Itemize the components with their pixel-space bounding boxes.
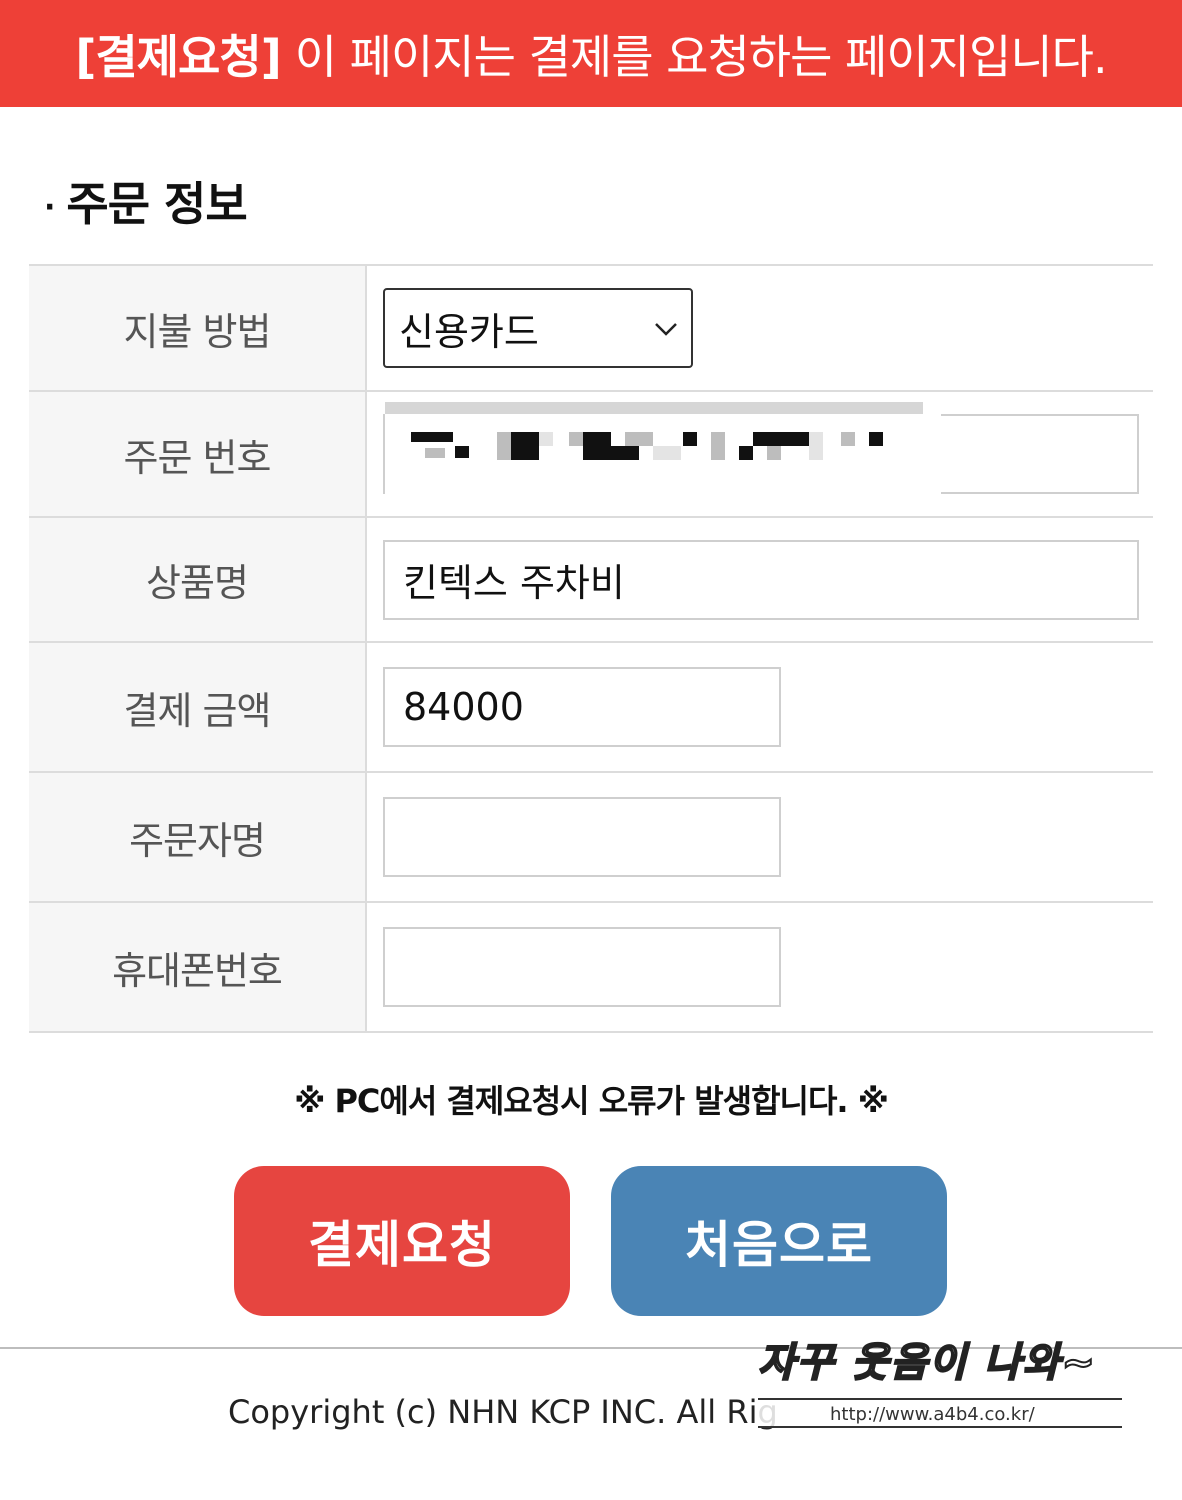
- redaction-pixel: [653, 446, 681, 460]
- amount-label: 결제 금액: [29, 643, 367, 771]
- redaction-pixel: [683, 432, 697, 446]
- redaction-pixel: [841, 432, 855, 446]
- redaction-bar: [385, 402, 923, 414]
- pc-error-notice: ※ PC에서 결제요청시 오류가 발생합니다. ※: [294, 1082, 889, 1120]
- redaction-pixel: [753, 432, 781, 446]
- redaction-pixel: [869, 432, 883, 446]
- order-info-table: 지불 방법 신용카드 주문 번호 상품명 킨텍스 주차비 결제 금액 84000…: [29, 264, 1153, 1033]
- redaction-pixel: [583, 432, 611, 446]
- product-name-label: 상품명: [29, 518, 367, 641]
- phone-label: 휴대폰번호: [29, 903, 367, 1031]
- row-amount: 결제 금액 84000: [29, 643, 1153, 773]
- redaction-pixel: [511, 432, 539, 460]
- pay-request-button[interactable]: 결제요청: [234, 1166, 570, 1316]
- amount-input[interactable]: 84000: [383, 667, 781, 747]
- row-product-name: 상품명 킨텍스 주차비: [29, 518, 1153, 643]
- watermark-url: http://www.a4b4.co.kr/: [758, 1398, 1122, 1428]
- redaction-pixel: [569, 432, 583, 446]
- row-payment-method: 지불 방법 신용카드: [29, 266, 1153, 392]
- redacted-order-number: [385, 402, 941, 496]
- redaction-pixel: [497, 432, 511, 460]
- phone-input[interactable]: [383, 927, 781, 1007]
- order-number-cell: [367, 392, 1153, 516]
- redaction-pixel: [425, 448, 445, 458]
- orderer-name-label: 주문자명: [29, 773, 367, 901]
- redaction-pixel: [625, 432, 653, 446]
- redaction-pixel: [411, 432, 453, 442]
- order-number-label: 주문 번호: [29, 392, 367, 516]
- orderer-name-input[interactable]: [383, 797, 781, 877]
- copyright-text: Copyright (c) NHN KCP INC. All Rig: [228, 1393, 778, 1431]
- product-name-cell: 킨텍스 주차비: [367, 518, 1153, 641]
- redaction-pixel: [781, 432, 809, 446]
- phone-cell: [367, 903, 1153, 1031]
- redaction-pixel: [455, 446, 469, 458]
- section-bullet: ·: [44, 190, 55, 225]
- chevron-down-icon: [655, 323, 677, 336]
- watermark-caption: 자꾸 웃음이 나와~: [757, 1339, 1097, 1387]
- redaction-pixel: [583, 446, 639, 460]
- redaction-pixel: [809, 432, 823, 460]
- payment-method-label: 지불 방법: [29, 266, 367, 390]
- orderer-name-cell: [367, 773, 1153, 901]
- redaction-pixel: [711, 432, 725, 460]
- payment-method-value: 신용카드: [399, 309, 539, 354]
- redaction-pixel: [767, 446, 781, 460]
- section-title: · 주문 정보: [44, 168, 248, 234]
- payment-method-select[interactable]: 신용카드: [383, 288, 693, 368]
- banner-message: 이 페이지는 결제를 요청하는 페이지입니다.: [294, 29, 1108, 84]
- row-phone: 휴대폰번호: [29, 903, 1153, 1033]
- go-home-button[interactable]: 처음으로: [611, 1166, 947, 1316]
- amount-cell: 84000: [367, 643, 1153, 771]
- product-name-input[interactable]: 킨텍스 주차비: [383, 539, 1139, 620]
- section-title-text: 주문 정보: [66, 177, 247, 231]
- row-orderer-name: 주문자명: [29, 773, 1153, 903]
- payment-method-cell: 신용카드: [367, 266, 1153, 390]
- top-banner: [결제요청] 이 페이지는 결제를 요청하는 페이지입니다.: [0, 0, 1182, 107]
- banner-tag: [결제요청]: [75, 29, 281, 84]
- row-order-number: 주문 번호: [29, 392, 1153, 518]
- redaction-pixel: [739, 446, 753, 460]
- redaction-pixel: [539, 432, 553, 446]
